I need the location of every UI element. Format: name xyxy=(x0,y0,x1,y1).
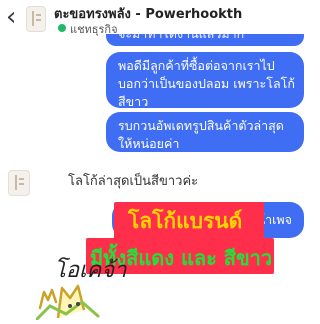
sender-avatar[interactable] xyxy=(8,170,30,196)
avatar-logo-stroke xyxy=(32,11,34,26)
cat-sticker-icon[interactable]: โอเคจ้า xyxy=(34,248,127,322)
avatar[interactable] xyxy=(26,6,46,32)
avatar-logo-stroke xyxy=(36,19,41,21)
message-text-incoming[interactable]: โลโก้ล่าสุดเป็นสีขาวค่ะ xyxy=(68,170,198,191)
avatar-logo-stroke xyxy=(36,14,41,16)
message-bubble-outgoing[interactable]: รบกวนอัพเดทรูปสินค้าตัวล่าสุดให้หน่อยค่า xyxy=(106,112,304,152)
annotation-label-brand-logo: โลโก้แบรนด์ xyxy=(114,202,264,242)
online-status-dot xyxy=(58,24,66,32)
avatar-logo-stroke xyxy=(19,178,24,180)
message-text: จะมาทำได้งานแล้วมาก xyxy=(118,34,244,43)
sticker-text: โอเคจ้า xyxy=(54,258,127,283)
message-text: พอดีมีลูกค้าที่ซื้อต่อจากเราไปบอกว่าเป็น… xyxy=(118,58,295,109)
message-bubble-outgoing[interactable]: พอดีมีลูกค้าที่ซื้อต่อจากเราไปบอกว่าเป็น… xyxy=(106,52,304,109)
avatar-logo-stroke xyxy=(19,183,24,185)
annotation-text: โลโก้แบรนด์ xyxy=(128,209,243,233)
chevron-left-icon[interactable]: ‹ xyxy=(6,4,16,30)
message-text: รบกวนอัพเดทรูปสินค้าตัวล่าสุดให้หน่อยค่า xyxy=(118,118,284,151)
message-bubble-outgoing[interactable]: จะมาทำได้งานแล้วมาก xyxy=(106,34,304,46)
avatar-logo-stroke xyxy=(15,175,17,190)
